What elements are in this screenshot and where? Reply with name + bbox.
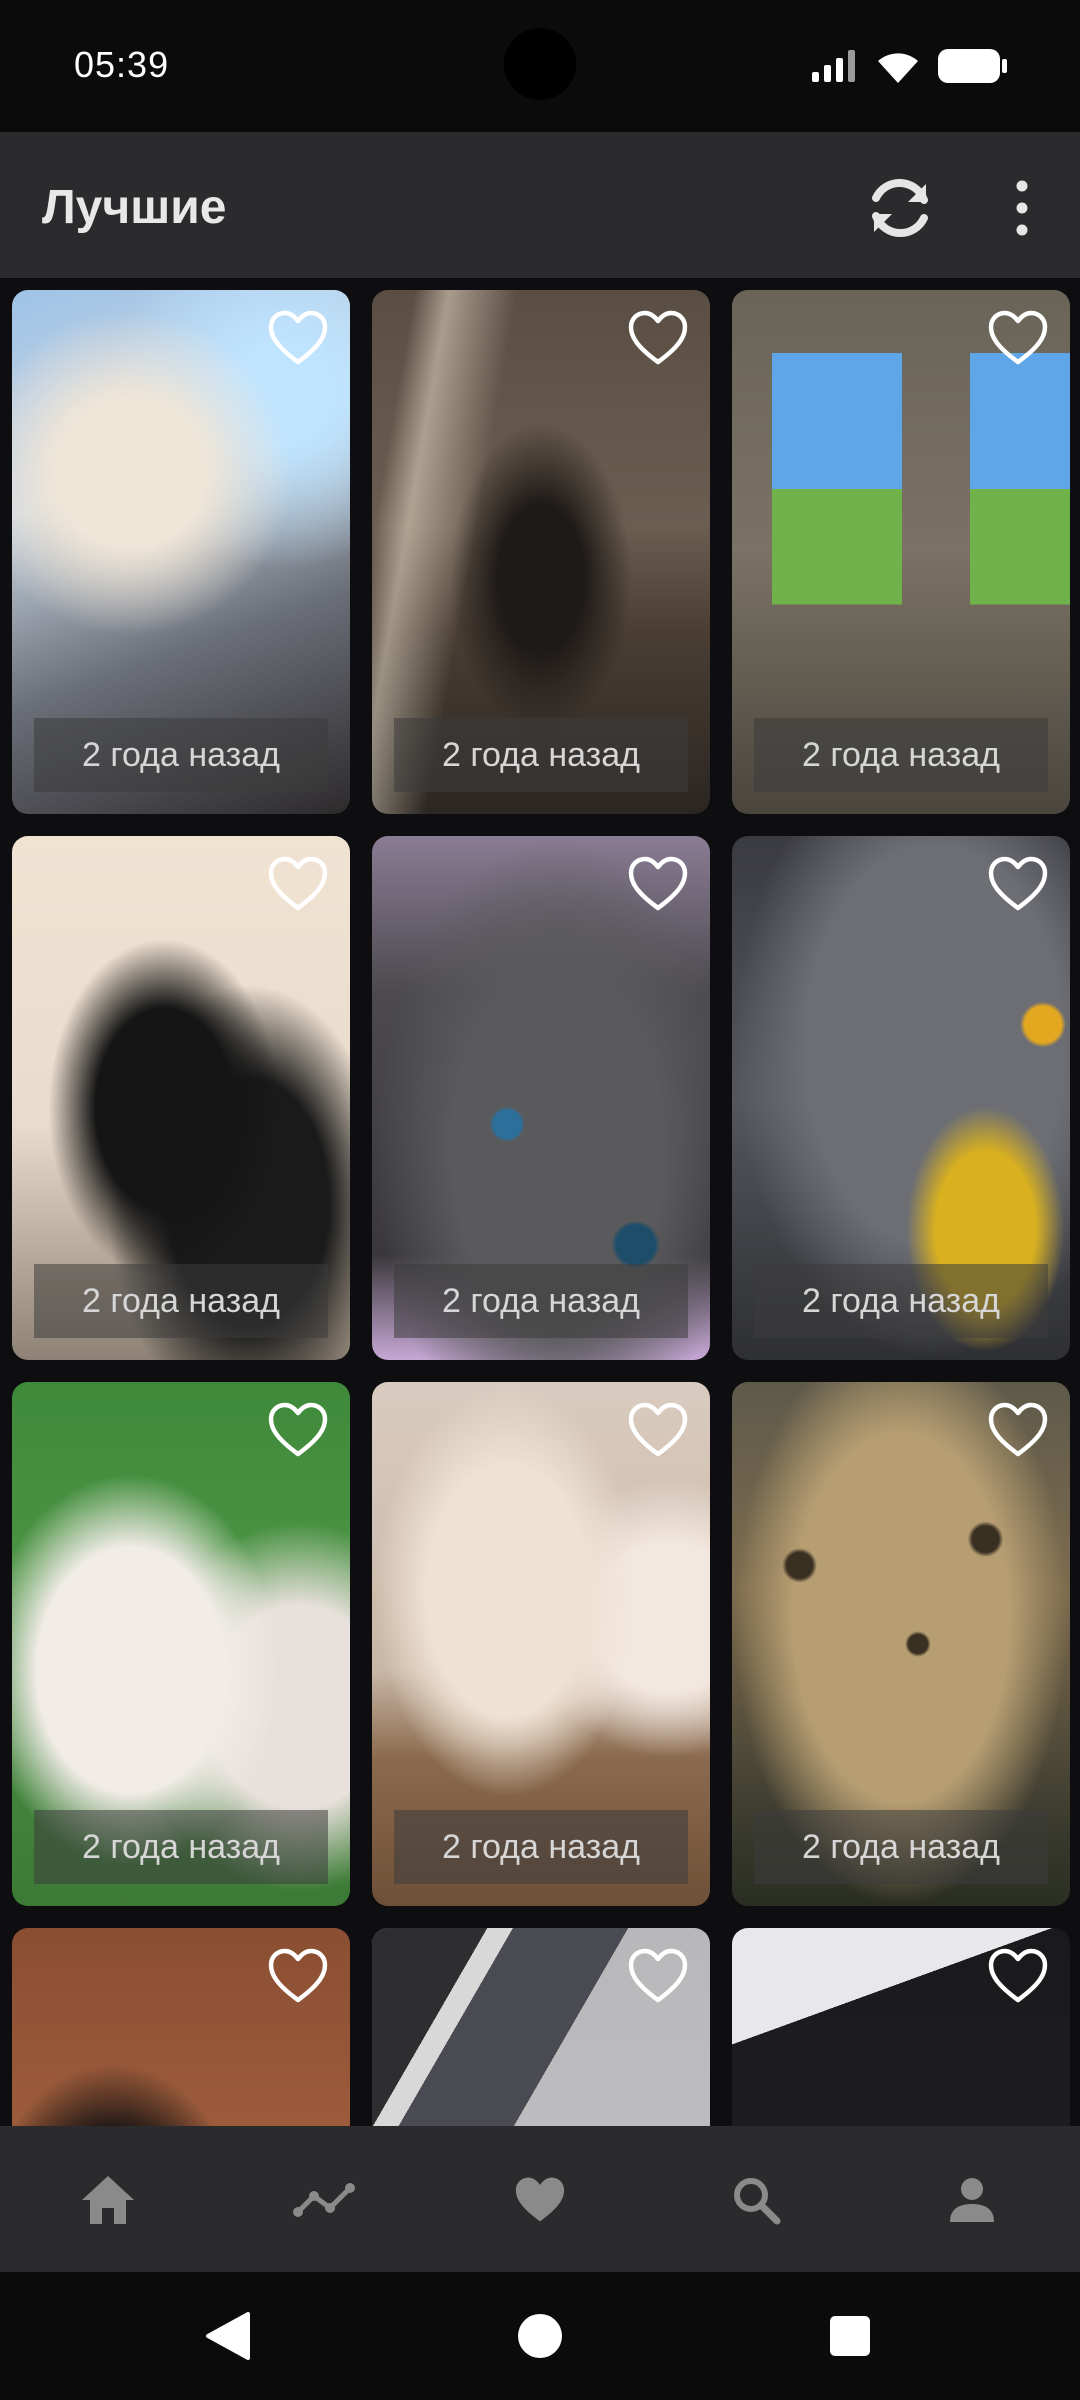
upload-age-label: 2 года назад: [34, 1810, 328, 1884]
wallpaper-card[interactable]: [732, 1928, 1070, 2126]
more-options-icon[interactable]: [1000, 172, 1044, 244]
app-bar: Лучшие: [0, 132, 1080, 278]
upload-age-label: 2 года назад: [394, 718, 688, 792]
wallpaper-card[interactable]: 2 года назад: [12, 290, 350, 814]
favorite-heart-icon[interactable]: [988, 856, 1048, 912]
status-time: 05:39: [74, 44, 170, 85]
favorite-heart-icon[interactable]: [628, 856, 688, 912]
battery-icon: [938, 49, 1007, 83]
wallpaper-card[interactable]: 2 года назад: [12, 836, 350, 1360]
nav-search[interactable]: [718, 2162, 794, 2238]
wallpaper-card[interactable]: [12, 1928, 350, 2126]
nav-home[interactable]: [70, 2162, 146, 2238]
nav-profile[interactable]: [934, 2162, 1010, 2238]
upload-age-label: 2 года назад: [394, 1810, 688, 1884]
favorite-heart-icon[interactable]: [628, 1948, 688, 2004]
status-bar: 05:39: [0, 0, 1080, 132]
page-title: Лучшие: [42, 181, 227, 234]
search-icon: [734, 2178, 781, 2225]
status-icons: [812, 46, 1008, 86]
favorite-heart-icon[interactable]: [988, 310, 1048, 366]
wifi-icon: [878, 53, 918, 83]
favorite-heart-icon[interactable]: [268, 1948, 328, 2004]
recents-icon[interactable]: [822, 2308, 878, 2364]
back-icon[interactable]: [200, 2308, 256, 2364]
nav-trending[interactable]: [286, 2162, 362, 2238]
refresh-icon[interactable]: [862, 170, 938, 246]
wallpaper-card[interactable]: 2 года назад: [732, 1382, 1070, 1906]
system-navigation-bar: [0, 2272, 1080, 2400]
favorite-heart-icon[interactable]: [268, 856, 328, 912]
wallpaper-card[interactable]: 2 года назад: [12, 1382, 350, 1906]
favorite-heart-icon[interactable]: [268, 310, 328, 366]
profile-icon: [950, 2178, 994, 2222]
favorites-icon: [515, 2177, 565, 2222]
favorite-heart-icon[interactable]: [628, 310, 688, 366]
upload-age-label: 2 года назад: [394, 1264, 688, 1338]
upload-age-label: 2 года назад: [754, 1810, 1048, 1884]
favorite-heart-icon[interactable]: [988, 1402, 1048, 1458]
favorite-heart-icon[interactable]: [628, 1402, 688, 1458]
trending-icon: [293, 2183, 355, 2217]
nav-favorites[interactable]: [502, 2162, 578, 2238]
signal-icon: [812, 50, 855, 82]
wallpaper-card[interactable]: 2 года назад: [732, 290, 1070, 814]
upload-age-label: 2 года назад: [34, 1264, 328, 1338]
wallpaper-card[interactable]: 2 года назад: [372, 1382, 710, 1906]
home-button-icon[interactable]: [512, 2308, 568, 2364]
upload-age-label: 2 года назад: [754, 718, 1048, 792]
wallpaper-card[interactable]: 2 года назад: [372, 290, 710, 814]
wallpaper-card[interactable]: 2 года назад: [372, 836, 710, 1360]
home-icon: [82, 2176, 134, 2224]
bottom-navigation: [0, 2126, 1080, 2272]
wallpaper-grid: 2 года назад 2 года назад 2 года назад 2…: [0, 278, 1080, 2126]
wallpaper-card[interactable]: [372, 1928, 710, 2126]
favorite-heart-icon[interactable]: [268, 1402, 328, 1458]
upload-age-label: 2 года назад: [754, 1264, 1048, 1338]
favorite-heart-icon[interactable]: [988, 1948, 1048, 2004]
wallpaper-card[interactable]: 2 года назад: [732, 836, 1070, 1360]
upload-age-label: 2 года назад: [34, 718, 328, 792]
front-camera: [504, 28, 576, 100]
